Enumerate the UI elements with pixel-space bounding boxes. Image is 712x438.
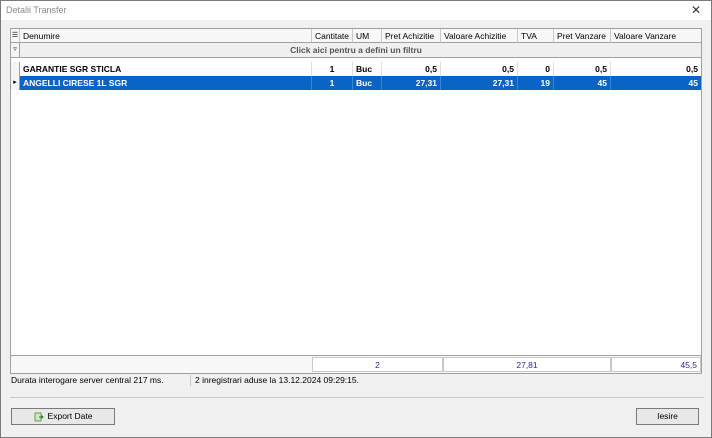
export-icon [34, 412, 44, 422]
cell-pret-vanzare: 45 [554, 76, 611, 90]
cell-tva: 19 [518, 76, 554, 90]
status-query-duration: Durata interogare server central 217 ms. [11, 375, 164, 385]
cell-pret-achizitie: 0,5 [382, 62, 441, 76]
status-separator [190, 375, 191, 386]
cell-valoare-achizitie: 0,5 [441, 62, 518, 76]
total-cantitate: 2 [312, 357, 443, 372]
column-chooser-icon[interactable]: ☰ [11, 29, 20, 43]
transfer-details-window: Detalii Transfer ✕ ☰ Denumire Cantitate … [0, 0, 712, 438]
export-date-button[interactable]: Export Date [11, 408, 115, 425]
cell-valoare-vanzare: 45 [688, 78, 698, 88]
total-valoare-achizitie: 27,81 [443, 357, 611, 372]
cell-pret-vanzare: 0,5 [554, 62, 611, 76]
table-row-selected[interactable]: ▸ ANGELLI CIRESE 1L SGR 1 Buc 27,31 27,3… [11, 76, 701, 90]
column-valoare-achizitie[interactable]: Valoare Achizitie [441, 29, 518, 43]
cell-valoare-vanzare: 0,5 [686, 64, 698, 74]
title-bar: Detalii Transfer ✕ [1, 1, 711, 20]
cell-cantitate: 1 [312, 62, 353, 76]
exit-label: Iesire [657, 411, 678, 421]
status-records: 2 inregistrari aduse la 13.12.2024 09:29… [195, 375, 359, 385]
cell-tva: 0 [518, 62, 554, 76]
cell-cantitate: 1 [312, 76, 353, 90]
column-pret-achizitie[interactable]: Pret Achizitie [382, 29, 441, 43]
transfer-grid[interactable]: ☰ Denumire Cantitate UM Pret Achizitie V… [10, 28, 702, 374]
filter-hint[interactable]: Click aici pentru a defini un filtru [11, 45, 701, 55]
cell-valoare-achizitie: 27,31 [441, 76, 518, 90]
cell-pret-achizitie: 27,31 [382, 76, 441, 90]
totals-footer: 2 27,81 45,5 [11, 355, 701, 373]
filter-row[interactable]: ▿ Click aici pentru a defini un filtru [11, 43, 701, 58]
column-pret-vanzare[interactable]: Pret Vanzare [554, 29, 611, 43]
column-tva[interactable]: TVA [518, 29, 554, 43]
row-pointer-icon: ▸ [11, 76, 20, 90]
exit-button[interactable]: Iesire [636, 408, 699, 425]
cell-denumire: GARANTIE SGR STICLA [20, 62, 312, 76]
column-denumire[interactable]: Denumire [20, 29, 312, 43]
close-icon[interactable]: ✕ [689, 3, 703, 17]
cell-um: Buc [353, 76, 382, 90]
table-row[interactable]: GARANTIE SGR STICLA 1 Buc 0,5 0,5 0 0,5 … [11, 62, 701, 76]
column-cantitate[interactable]: Cantitate [312, 29, 353, 43]
column-valoare-vanzare[interactable]: Valoare Vanzare [611, 29, 701, 43]
export-date-label: Export Date [47, 411, 93, 421]
button-divider [10, 397, 704, 398]
column-um[interactable]: UM [353, 29, 382, 43]
total-valoare-vanzare: 45,5 [611, 357, 701, 372]
cell-denumire: ANGELLI CIRESE 1L SGR [20, 76, 312, 90]
cell-um: Buc [353, 62, 382, 76]
window-title: Detalii Transfer [6, 5, 67, 15]
